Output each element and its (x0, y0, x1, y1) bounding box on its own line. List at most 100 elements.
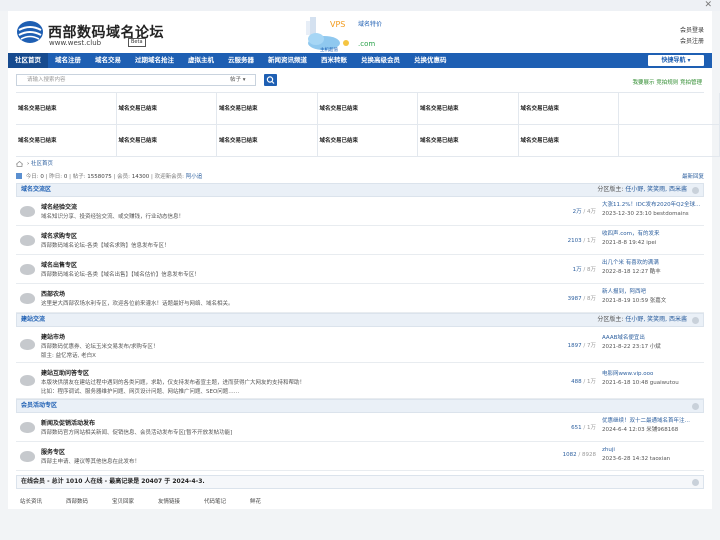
new-member-link[interactable]: 阿小追 (186, 174, 203, 180)
forum-counts: 2103 / 1万 (567, 238, 596, 244)
section-header: 建站交流 分区版主: 任小野, 笑笑雨, 西米酱 (16, 313, 704, 327)
last-post-time: 2023-12-30 23:10 bestdomains (602, 211, 689, 217)
collapse-toggle-icon[interactable] (692, 187, 699, 194)
ad-cell[interactable]: 域名交易已结束 (518, 93, 619, 125)
forum-desc-extra: 比如：程序调试、服务器维护问题、网页设计问题、网站推广问题、SEO问题…… (41, 389, 240, 395)
friend-links: 站长资讯 西部数码 宝贝回家 友情链接 代码笔记 鲜花 (16, 495, 704, 509)
forum-posts: 1万 (587, 379, 596, 385)
last-post-link[interactable]: 优惠继续！双十二最通域名首年注… (602, 417, 714, 426)
header-user-links: 会员登录 会员注册 (680, 25, 704, 47)
search-input[interactable]: 请输入搜索内容 (16, 74, 256, 86)
nav-item-news[interactable]: 新闻资讯频道 (261, 53, 314, 68)
forum-name[interactable]: 西部农场 (41, 289, 65, 298)
mods-links[interactable]: 任小野, 笑笑雨, 西米酱 (625, 316, 687, 323)
mods-label: 分区版主: (597, 186, 624, 193)
ad-cell[interactable]: 域名交易已结束 (317, 93, 418, 125)
nav-item-premium-member[interactable]: 兑换高级会员 (354, 53, 407, 68)
friend-link[interactable]: 站长资讯 (20, 495, 60, 509)
forum-posts: 1万 (587, 425, 596, 431)
stats-posts-label: 帖子: (72, 174, 86, 180)
login-link[interactable]: 会员登录 (680, 25, 704, 36)
nav-item-cloud-server[interactable]: 云服务器 (221, 53, 261, 68)
last-post-link[interactable]: zhuji (602, 446, 714, 455)
section-title[interactable]: 会员活动专区 (21, 402, 57, 409)
collapse-toggle-icon[interactable] (692, 317, 699, 324)
forum-desc: 西部数码优惠券、论坛玉米交易发布/求购专区！ (41, 344, 159, 350)
ad-cell[interactable]: 域名交易已结束 (418, 93, 519, 125)
register-link[interactable]: 会员注册 (680, 36, 704, 47)
quick-nav-button[interactable]: 快捷导航 ▾ (648, 55, 704, 66)
forum-last-post: 优惠继续！双十二最通域名首年注… 2024-6-4 12:03 米铺968168 (602, 417, 714, 435)
friend-link[interactable]: 友情链接 (158, 495, 198, 509)
forum-desc: 西部主申请、建议等其他信息在此发布！ (41, 459, 141, 465)
home-icon[interactable] (16, 161, 23, 167)
ad-cell[interactable]: 域名交易已结束 (217, 125, 318, 157)
breadcrumb-home[interactable]: 社区首页 (31, 157, 53, 171)
friend-link[interactable]: 代码笔记 (204, 495, 244, 509)
last-post-link[interactable]: 新人报到，阿西吧 (602, 288, 714, 297)
last-post-link[interactable]: 大涨11.2%！IDC发布2020年Q2全球… (602, 201, 714, 210)
latest-replies-link[interactable]: 最新回复 (682, 171, 704, 183)
stats-today: 0 (40, 174, 44, 180)
forum-row: 新闻及促销活动发布 西部数码官方网站相关新闻、促销信息、会员活动发布专区[暂不开… (16, 413, 704, 442)
forum-cloud-icon (20, 339, 35, 350)
online-members-text[interactable]: 在线会员 - 总计 1010 人在线 - 最高记录是 20407 于 2024-… (21, 478, 205, 485)
section-title[interactable]: 域名交流区 (21, 186, 51, 193)
forum-name[interactable]: 建站互助问答专区 (41, 368, 89, 377)
auction-links[interactable]: 我要展示 竞拍规则 竞拍管理 (633, 78, 703, 86)
ad-cell[interactable]: 域名交易已结束 (16, 93, 117, 125)
forum-name[interactable]: 域名经验交流 (41, 202, 77, 211)
forum-name[interactable]: 域名出售专区 (41, 260, 77, 269)
nav-item-ximi-transfer[interactable]: 西米转账 (314, 53, 354, 68)
search-type-select[interactable]: 帖子 ▾ (230, 75, 256, 85)
forum-name[interactable]: 建站市场 (41, 332, 65, 341)
nav-item-coupon[interactable]: 兑换优惠码 (407, 53, 454, 68)
last-post-link[interactable]: AAAB域名便宜出 (602, 334, 714, 343)
forum-desc: 西部数码域名论坛-各类【域名出售】【域名估价】信息发布专区！ (41, 272, 200, 278)
forum-name[interactable]: 服务专区 (41, 447, 65, 456)
nav-item-home[interactable]: 社区首页 (8, 53, 48, 68)
ad-cell[interactable]: 域名交易已结束 (116, 125, 217, 157)
main-content: 请输入搜索内容 帖子 ▾ 我要展示 竞拍规则 竞拍管理 域名交易已结束 域名交易… (8, 68, 720, 509)
forum-topics: 1082 (562, 452, 577, 458)
header-banner[interactable]: VPS 域名特价 主机超值 .com (298, 13, 408, 55)
search-button[interactable] (264, 74, 277, 86)
nav-item-domain-trade[interactable]: 域名交易 (88, 53, 128, 68)
stats-members-label: 会员: (117, 174, 131, 180)
friend-link[interactable]: 宝贝回家 (112, 495, 152, 509)
forum-last-post: 出几个米 有喜欢的满满 2022-8-18 12:27 酷丰 (602, 259, 714, 277)
forum-row: 建站市场 西部数码优惠券、论坛玉米交易发布/求购专区！ 版主: 益忆常话, 老白… (16, 327, 704, 363)
last-post-link[interactable]: 出几个米 有喜欢的满满 (602, 259, 714, 268)
forum-moderators[interactable]: 版主: 益忆常话, 老白X (41, 351, 96, 359)
ad-cell[interactable]: 域名交易已结束 (317, 125, 418, 157)
collapse-toggle-icon[interactable] (692, 479, 699, 486)
nav-item-virtual-host[interactable]: 虚拟主机 (181, 53, 221, 68)
ad-cell[interactable]: 域名交易已结束 (116, 93, 217, 125)
ad-cell[interactable]: 域名交易已结束 (16, 125, 117, 157)
ad-cell[interactable]: 域名交易已结束 (518, 125, 619, 157)
logo-icon[interactable] (16, 20, 44, 44)
section-moderators: 分区版主: 任小野, 笑笑雨, 西米酱 (597, 184, 687, 196)
nav-item-expired-domains[interactable]: 过期域名抢注 (128, 53, 181, 68)
last-post-time: 2023-6-28 14:32 taoxian (602, 456, 671, 462)
last-post-link[interactable]: 收四声.com，有的发来 (602, 230, 714, 239)
close-icon[interactable]: ✕ (704, 0, 712, 11)
section-title[interactable]: 建站交流 (21, 316, 45, 323)
forum-topics: 651 (571, 425, 582, 431)
collapse-toggle-icon[interactable] (692, 403, 699, 410)
section-header: 域名交流区 分区版主: 任小野, 笑笑雨, 西米酱 (16, 183, 704, 197)
last-post-link[interactable]: 电影网www.vip.ooo (602, 370, 714, 379)
forum-name[interactable]: 域名求购专区 (41, 231, 77, 240)
friend-link[interactable]: 鲜花 (250, 495, 290, 509)
forum-cloud-icon (20, 206, 35, 217)
forum-last-post: 电影网www.vip.ooo 2021-6-18 10:48 guaiwutou (602, 370, 714, 388)
forum-name[interactable]: 新闻及促销活动发布 (41, 418, 95, 427)
forum-row: 建站互助问答专区 本版块供朋友在建站过程中遇到的各类问题，求助，仅支持发布者宣主… (16, 363, 704, 399)
banner-host: 主机超值 (320, 46, 338, 53)
mods-links[interactable]: 任小野, 笑笑雨, 西米酱 (625, 186, 687, 193)
ad-cell[interactable]: 域名交易已结束 (217, 93, 318, 125)
nav-item-domain-register[interactable]: 域名注册 (48, 53, 88, 68)
ad-cell[interactable]: 域名交易已结束 (418, 125, 519, 157)
section-site-building: 建站交流 分区版主: 任小野, 笑笑雨, 西米酱 建站市场 西部数码优惠券、论坛… (16, 313, 704, 399)
friend-link[interactable]: 西部数码 (66, 495, 106, 509)
